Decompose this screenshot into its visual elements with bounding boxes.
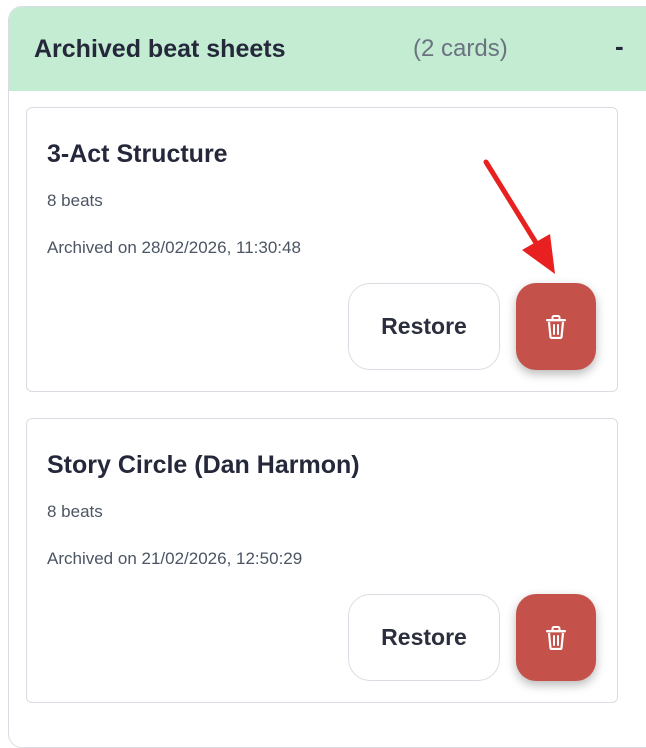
card-title: 3-Act Structure [47,140,228,168]
card-title: Story Circle (Dan Harmon) [47,451,360,479]
archived-section-header[interactable]: Archived beat sheets (2 cards) - [9,7,646,91]
section-title: Archived beat sheets [34,35,286,63]
card-beat-count: 8 beats [47,191,103,210]
archived-card: Story Circle (Dan Harmon) 8 beats Archiv… [26,418,618,703]
collapse-toggle[interactable]: - [615,31,624,62]
trash-icon [546,314,566,339]
delete-button[interactable] [516,283,596,370]
delete-button[interactable] [516,594,596,681]
card-archived-date: Archived on 21/02/2026, 12:50:29 [47,549,303,568]
restore-button[interactable]: Restore [348,283,500,370]
section-card-count: (2 cards) [413,35,508,62]
card-archived-date: Archived on 28/02/2026, 11:30:48 [47,238,301,257]
card-beat-count: 8 beats [47,502,103,521]
archived-card: 3-Act Structure 8 beats Archived on 28/0… [26,107,618,392]
restore-button[interactable]: Restore [348,594,500,681]
trash-icon [546,625,566,650]
